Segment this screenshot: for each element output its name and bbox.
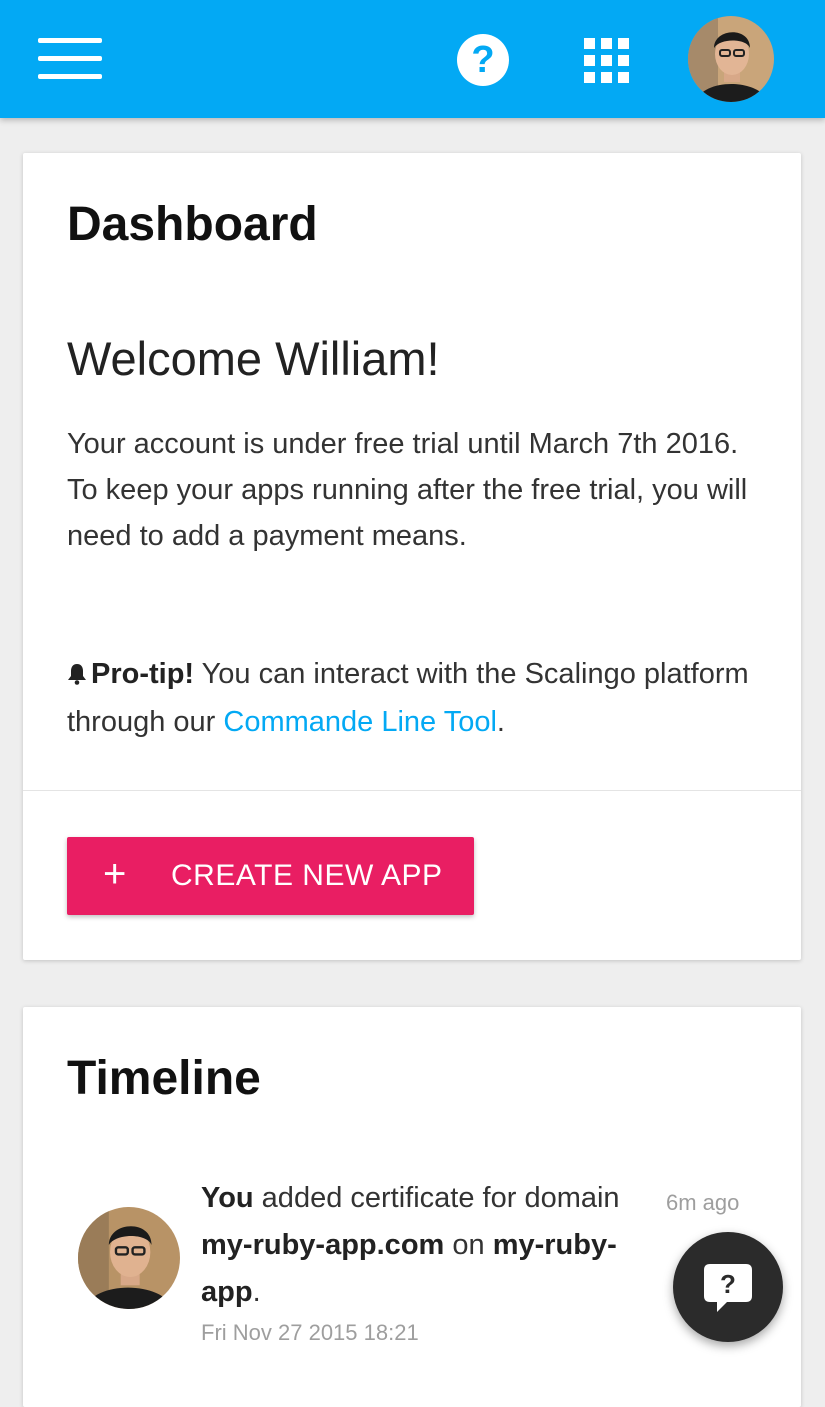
dashboard-card: Dashboard Welcome William! Your account …: [23, 153, 801, 960]
plus-icon: +: [103, 852, 127, 896]
timeline-actor: You: [201, 1182, 254, 1214]
grid-dot: [601, 72, 612, 83]
protip: Pro-tip! You can interact with the Scali…: [67, 651, 757, 745]
user-photo: [78, 1207, 180, 1309]
user-photo: [688, 16, 774, 102]
user-avatar[interactable]: [688, 16, 774, 102]
bell-icon: [67, 653, 91, 699]
welcome-heading: Welcome William!: [67, 332, 440, 385]
grid-dot: [584, 72, 595, 83]
grid-dot: [618, 38, 629, 49]
app-header: ?: [0, 0, 825, 118]
trial-info: Your account is under free trial until M…: [67, 421, 757, 559]
create-new-app-label: CREATE NEW APP: [171, 859, 443, 892]
timeline-avatar: [78, 1207, 180, 1309]
grid-apps-icon[interactable]: [584, 38, 629, 83]
dashboard-title: Dashboard: [67, 198, 318, 251]
question-circle-icon[interactable]: ?: [457, 34, 509, 86]
timeline-ago: 6m ago: [666, 1190, 740, 1215]
grid-dot: [618, 55, 629, 66]
timeline-entry-text: You added certificate for domain my-ruby…: [201, 1175, 641, 1316]
timeline-text-3: .: [252, 1276, 261, 1308]
grid-dot: [584, 55, 595, 66]
timeline-title: Timeline: [67, 1052, 261, 1105]
chat-help-icon: ?: [704, 1264, 752, 1312]
protip-end: .: [496, 706, 505, 738]
protip-label: Pro-tip!: [91, 658, 195, 690]
payment-text: To keep your apps running after the free…: [67, 474, 748, 552]
timeline-text-1: added certificate for domain: [253, 1182, 620, 1214]
grid-dot: [601, 55, 612, 66]
chat-glyph: ?: [720, 1269, 736, 1299]
chat-help-button[interactable]: ?: [673, 1232, 783, 1342]
hamburger-menu-icon: [38, 38, 102, 43]
grid-dot: [618, 72, 629, 83]
timeline-text-2: on: [444, 1229, 493, 1261]
trial-text: Your account is under free trial until M…: [67, 428, 739, 460]
menu-bar-middle: [38, 56, 102, 61]
timeline-date: Fri Nov 27 2015 18:21: [201, 1320, 419, 1345]
menu-button[interactable]: [38, 36, 104, 82]
menu-bar-bottom: [38, 74, 102, 79]
card-divider: [23, 790, 801, 791]
cli-tool-link[interactable]: Commande Line Tool: [223, 706, 497, 738]
create-new-app-button[interactable]: + CREATE NEW APP: [67, 837, 474, 915]
timeline-domain: my-ruby-app.com: [201, 1229, 445, 1261]
timeline-card: Timeline You added certificate for domai…: [23, 1007, 801, 1407]
grid-dot: [584, 38, 595, 49]
grid-dot: [601, 38, 612, 49]
